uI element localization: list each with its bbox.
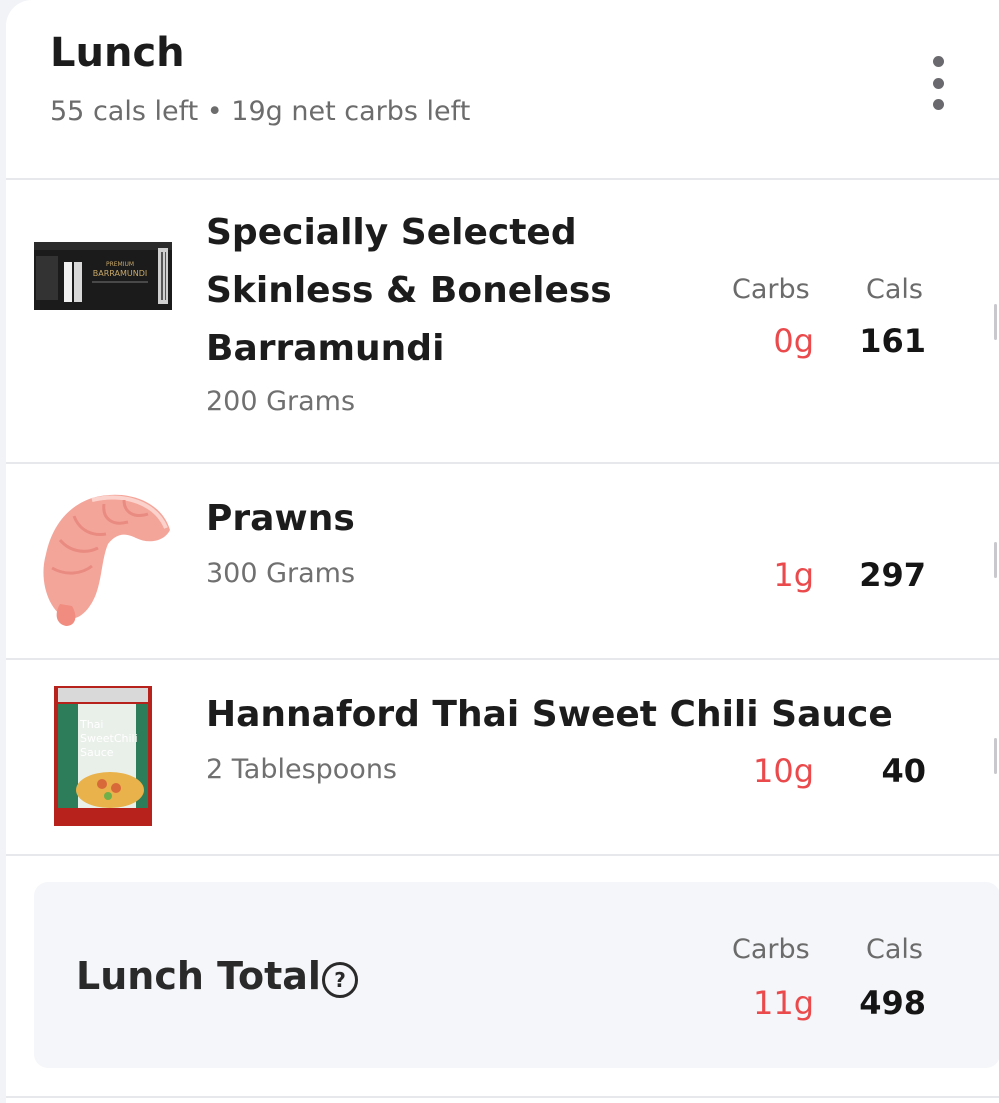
food-name: Hannaford Thai Sweet Chili Sauce bbox=[206, 694, 893, 735]
more-options-icon[interactable] bbox=[918, 56, 958, 110]
carbs-column-label: Carbs bbox=[732, 274, 810, 305]
meal-remaining-summary: 55 cals left • 19g net carbs left bbox=[50, 96, 471, 127]
svg-text:BARRAMUNDI: BARRAMUNDI bbox=[93, 269, 148, 278]
food-carbs-value: 1g bbox=[773, 556, 814, 594]
food-name: Prawns bbox=[206, 498, 355, 539]
svg-text:Thai: Thai bbox=[79, 718, 104, 731]
meal-total-label: Lunch Total bbox=[76, 954, 321, 998]
food-carbs-value: 0g bbox=[773, 322, 814, 360]
help-icon[interactable]: ? bbox=[322, 962, 358, 998]
row-edge-handle bbox=[994, 738, 997, 774]
meal-header: Lunch 55 cals left • 19g net carbs left bbox=[6, 0, 999, 180]
food-row-chili-sauce[interactable]: Thai SweetChili Sauce Hannaford Thai Swe… bbox=[6, 660, 999, 856]
cals-column-label: Cals bbox=[866, 274, 923, 305]
food-amount: 200 Grams bbox=[206, 386, 356, 417]
barramundi-package-icon: PREMIUM BARRAMUNDI bbox=[34, 242, 172, 310]
row-edge-handle bbox=[994, 304, 997, 340]
divider bbox=[6, 1096, 999, 1098]
meal-total-panel: Lunch Total ? Carbs Cals 11g 498 bbox=[34, 882, 999, 1068]
food-amount: 2 Tablespoons bbox=[206, 754, 398, 785]
food-row-prawns[interactable]: Prawns 300 Grams 1g 297 bbox=[6, 464, 999, 660]
total-cals-value: 498 bbox=[859, 984, 926, 1022]
total-cals-column-label: Cals bbox=[866, 934, 923, 965]
total-carbs-value: 11g bbox=[752, 984, 814, 1022]
total-carbs-column-label: Carbs bbox=[732, 934, 810, 965]
food-cals-value: 297 bbox=[859, 556, 926, 594]
food-name: Specially Selected Skinless & Boneless B… bbox=[206, 212, 612, 369]
svg-text:Sauce: Sauce bbox=[80, 746, 114, 759]
meal-card: Lunch 55 cals left • 19g net carbs left … bbox=[6, 0, 999, 1103]
chili-sauce-bottle-icon: Thai SweetChili Sauce bbox=[54, 686, 152, 826]
svg-text:SweetChili: SweetChili bbox=[80, 732, 138, 745]
food-cals-value: 40 bbox=[881, 752, 926, 790]
prawn-icon bbox=[32, 486, 176, 628]
row-edge-handle bbox=[994, 542, 997, 578]
food-row-barramundi[interactable]: PREMIUM BARRAMUNDI Specially Selected Sk… bbox=[6, 180, 999, 464]
food-amount: 300 Grams bbox=[206, 558, 356, 589]
svg-text:PREMIUM: PREMIUM bbox=[106, 261, 134, 268]
meal-title: Lunch bbox=[50, 30, 185, 76]
food-carbs-value: 10g bbox=[752, 752, 814, 790]
food-cals-value: 161 bbox=[859, 322, 926, 360]
